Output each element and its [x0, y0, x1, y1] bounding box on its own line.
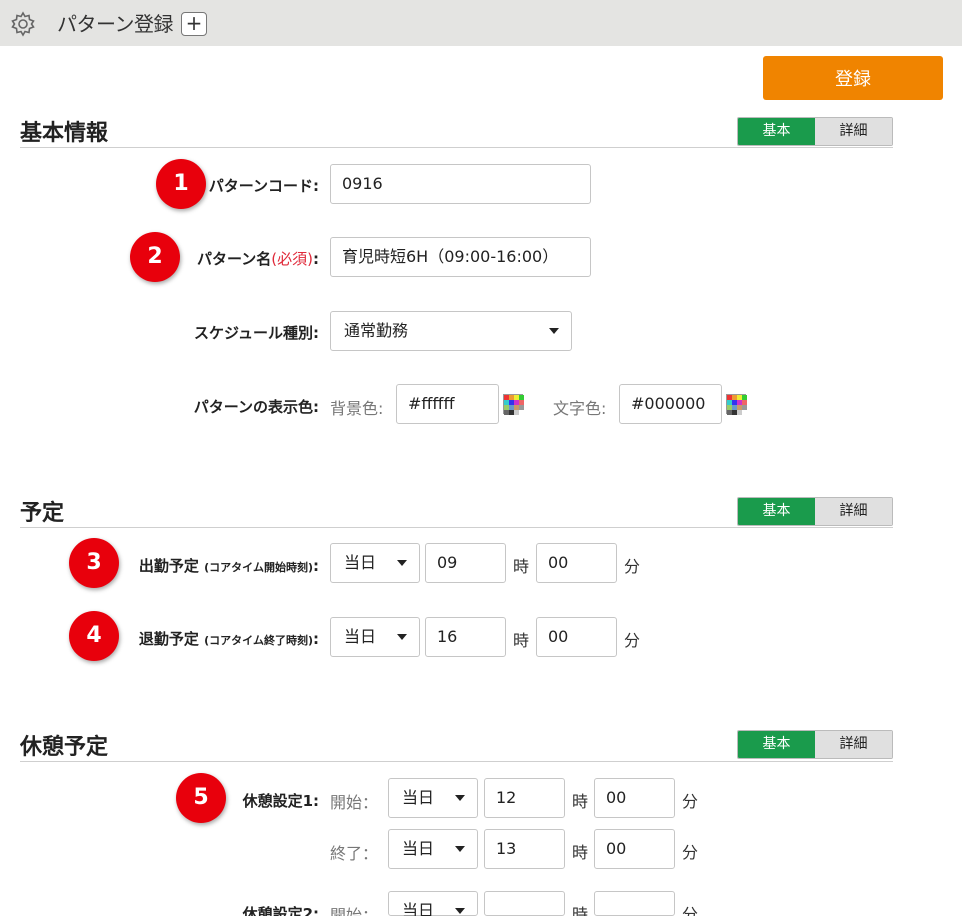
toggle-detail[interactable]: 詳細	[815, 118, 892, 145]
schedule-type-label: スケジュール種別:	[194, 324, 319, 342]
break2-start-day-select[interactable]: 当日	[388, 891, 478, 916]
step-badge-5: 5	[176, 773, 226, 823]
bg-color-label: 背景色:	[330, 399, 384, 418]
hour-unit: 時	[572, 843, 589, 862]
step-badge-1: 1	[156, 159, 206, 209]
end-schedule-label-text: 退勤予定	[138, 630, 199, 648]
section-divider	[20, 527, 893, 528]
break1-start-label: 開始：	[330, 793, 379, 812]
caret-down-icon	[455, 908, 465, 914]
break1-start-hour-input[interactable]: 12	[484, 778, 565, 818]
break1-start-day-select[interactable]: 当日	[388, 778, 478, 818]
end-schedule-note: (コアタイム終了時刻)	[204, 634, 313, 647]
break1-start-minute-input[interactable]: 00	[594, 778, 675, 818]
break1-end-minute-input[interactable]: 00	[594, 829, 675, 869]
pattern-code-input[interactable]: 0916	[330, 164, 591, 204]
break2-start-label: 開始：	[330, 906, 379, 916]
schedule-type-select[interactable]: 通常勤務	[330, 311, 572, 351]
color-palette-icon[interactable]	[503, 394, 524, 415]
end-schedule-colon: :	[313, 630, 319, 648]
schedule-view-toggle: 基本 詳細	[737, 497, 893, 526]
break1-end-day-select[interactable]: 当日	[388, 829, 478, 869]
break1-end-hour-input[interactable]: 13	[484, 829, 565, 869]
minute-unit: 分	[624, 557, 641, 576]
caret-down-icon	[397, 560, 407, 566]
section-title-break: 休憩予定	[20, 735, 109, 760]
break1-start-day-value: 当日	[402, 788, 435, 807]
break2-start-day-value: 当日	[402, 901, 435, 916]
hour-unit: 時	[513, 557, 530, 576]
toggle-basic[interactable]: 基本	[738, 118, 815, 145]
section-title-schedule: 予定	[20, 501, 65, 526]
top-bar: パターン登録 +	[0, 0, 962, 46]
basic-info-view-toggle: 基本 詳細	[737, 117, 893, 146]
break1-end-day-value: 当日	[402, 839, 435, 858]
step-badge-3: 3	[69, 538, 119, 588]
toggle-basic[interactable]: 基本	[738, 498, 815, 525]
register-button[interactable]: 登録	[763, 56, 943, 100]
minute-unit: 分	[682, 905, 699, 916]
end-day-select[interactable]: 当日	[330, 617, 420, 657]
color-palette-icon[interactable]	[726, 394, 747, 415]
start-schedule-label-text: 出勤予定	[138, 557, 199, 575]
start-day-select[interactable]: 当日	[330, 543, 420, 583]
start-hour-input[interactable]: 09	[425, 543, 506, 583]
caret-down-icon	[397, 634, 407, 640]
step-badge-4: 4	[69, 611, 119, 661]
break2-start-minute-input[interactable]	[594, 891, 675, 916]
end-schedule-label: 退勤予定 (コアタイム終了時刻):	[139, 628, 319, 649]
text-color-input[interactable]: #000000	[619, 384, 722, 424]
end-day-value: 当日	[344, 627, 377, 646]
step-badge-2: 2	[130, 232, 180, 282]
schedule-type-value: 通常勤務	[344, 321, 409, 340]
end-hour-input[interactable]: 16	[425, 617, 506, 657]
toggle-detail[interactable]: 詳細	[815, 498, 892, 525]
caret-down-icon	[455, 846, 465, 852]
hour-unit: 時	[572, 905, 589, 916]
pattern-name-label: パターン名(必須):	[197, 248, 319, 269]
end-minute-input[interactable]: 00	[536, 617, 617, 657]
break1-label: 休憩設定1:	[242, 792, 319, 810]
section-title-basic-info: 基本情報	[20, 121, 109, 146]
pattern-code-label: パターンコード:	[208, 177, 319, 195]
hour-unit: 時	[513, 631, 530, 650]
pattern-name-label-text: パターン名	[197, 250, 272, 268]
minute-unit: 分	[682, 792, 699, 811]
page-title: パターン登録	[57, 12, 174, 36]
required-marker: (必須)	[271, 250, 313, 268]
break-view-toggle: 基本 詳細	[737, 730, 893, 759]
pattern-name-input[interactable]: 育児時短6H（09:00-16:00）	[330, 237, 591, 277]
minute-unit: 分	[624, 631, 641, 650]
plus-icon[interactable]: +	[181, 12, 207, 36]
gear-icon[interactable]	[10, 11, 36, 37]
start-day-value: 当日	[344, 553, 377, 572]
text-color-label: 文字色:	[553, 399, 607, 418]
start-schedule-colon: :	[313, 557, 319, 575]
bg-color-input[interactable]: #ffffff	[396, 384, 499, 424]
toggle-basic[interactable]: 基本	[738, 731, 815, 758]
hour-unit: 時	[572, 792, 589, 811]
caret-down-icon	[549, 328, 559, 334]
break1-end-label: 終了：	[330, 844, 379, 863]
minute-unit: 分	[682, 843, 699, 862]
start-schedule-note: (コアタイム開始時刻)	[204, 561, 313, 574]
toggle-detail[interactable]: 詳細	[815, 731, 892, 758]
start-schedule-label: 出勤予定 (コアタイム開始時刻):	[139, 555, 319, 576]
start-minute-input[interactable]: 00	[536, 543, 617, 583]
pattern-name-colon: :	[313, 250, 319, 268]
caret-down-icon	[455, 795, 465, 801]
section-divider	[20, 147, 893, 148]
break2-label: 休憩設定2:	[242, 905, 319, 916]
break2-start-hour-input[interactable]	[484, 891, 565, 916]
display-color-label: パターンの表示色:	[193, 398, 319, 416]
section-divider	[20, 761, 893, 762]
